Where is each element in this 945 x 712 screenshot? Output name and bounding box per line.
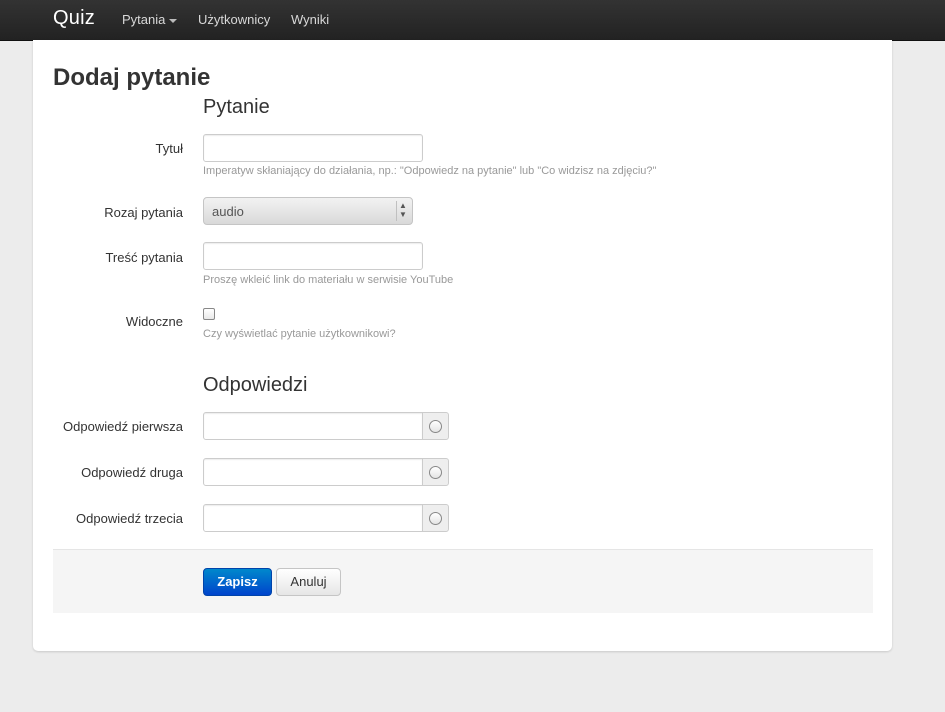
select-arrows-icon: ▲ ▼ bbox=[396, 201, 409, 221]
question-type-value: audio bbox=[212, 204, 244, 219]
title-label: Tytuł bbox=[155, 141, 183, 156]
save-button[interactable]: Zapisz bbox=[203, 568, 272, 596]
nav-item-uzytkownicy[interactable]: Użytkownicy bbox=[198, 12, 270, 27]
title-input[interactable] bbox=[203, 134, 423, 162]
answer-2-label: Odpowiedź druga bbox=[81, 465, 183, 480]
question-type-label: Rozaj pytania bbox=[104, 205, 183, 220]
question-legend: Pytanie bbox=[203, 96, 270, 118]
cancel-button[interactable]: Anuluj bbox=[276, 568, 341, 596]
content-label: Treść pytania bbox=[105, 250, 183, 265]
answer-1-addon bbox=[422, 412, 449, 440]
content-input[interactable] bbox=[203, 242, 423, 270]
top-navbar: Quiz Pytania Użytkownicy Wyniki bbox=[0, 0, 945, 41]
title-help: Imperatyw skłaniający do działania, np.:… bbox=[203, 165, 657, 177]
content-card: Dodaj pytanie Pytanie Tytuł Imperatyw sk… bbox=[33, 40, 892, 651]
answers-legend: Odpowiedzi bbox=[203, 374, 308, 396]
form-actions: Zapisz Anuluj bbox=[53, 549, 873, 613]
page-title: Dodaj pytanie bbox=[53, 64, 211, 91]
answer-1-radio[interactable] bbox=[429, 420, 442, 433]
visible-label: Widoczne bbox=[125, 314, 183, 329]
nav-item-pytania[interactable]: Pytania bbox=[122, 12, 178, 27]
nav-item-label: Pytania bbox=[122, 12, 166, 27]
caret-down-icon bbox=[169, 18, 178, 23]
answer-3-input[interactable] bbox=[203, 504, 423, 532]
content-help: Proszę wkleić link do materiału w serwis… bbox=[203, 274, 454, 286]
nav-item-wyniki[interactable]: Wyniki bbox=[291, 12, 329, 27]
answer-2-radio[interactable] bbox=[429, 466, 442, 479]
visible-checkbox[interactable] bbox=[203, 308, 215, 320]
answer-1-input[interactable] bbox=[203, 412, 423, 440]
question-type-select[interactable]: audio ▲ ▼ bbox=[203, 197, 413, 225]
answer-3-radio[interactable] bbox=[429, 512, 442, 525]
answer-1-label: Odpowiedź pierwsza bbox=[63, 419, 183, 434]
answer-2-input[interactable] bbox=[203, 458, 423, 486]
visible-help: Czy wyświetlać pytanie użytkownikowi? bbox=[203, 328, 396, 340]
brand-link[interactable]: Quiz bbox=[53, 7, 95, 30]
answer-2-addon bbox=[422, 458, 449, 486]
answer-3-addon bbox=[422, 504, 449, 532]
answer-3-label: Odpowiedź trzecia bbox=[76, 511, 183, 526]
